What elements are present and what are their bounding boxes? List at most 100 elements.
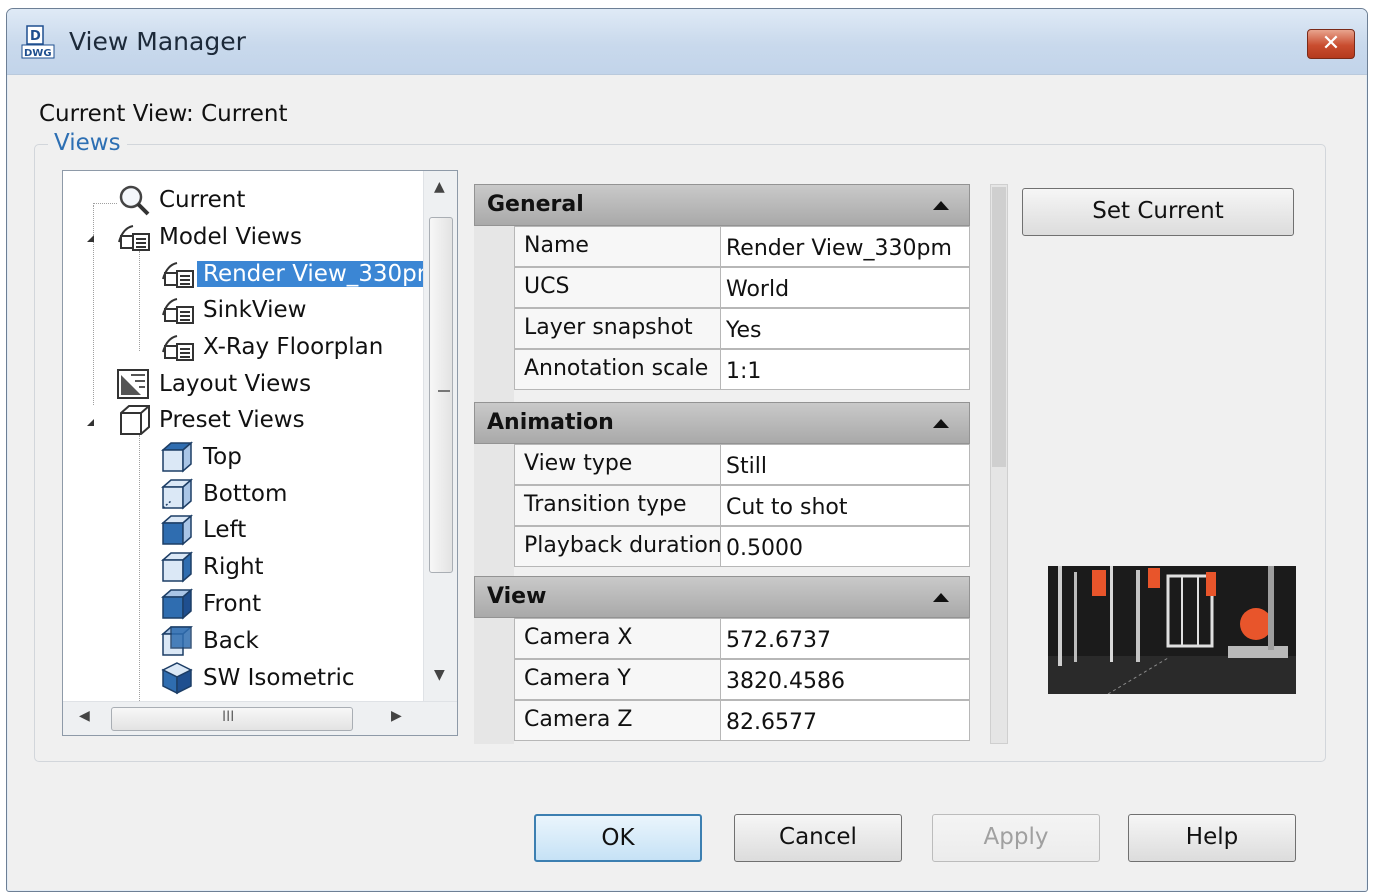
tree-item-xray-floorplan[interactable]: X-Ray Floorplan xyxy=(159,330,389,364)
section-title: View xyxy=(487,584,547,609)
tree-item-render-view[interactable]: Render View_330pm xyxy=(159,257,423,291)
tree-line xyxy=(93,203,117,204)
property-key: Annotation scale xyxy=(515,350,721,389)
scroll-right-icon[interactable]: ▶ xyxy=(391,708,402,724)
property-value[interactable]: Yes xyxy=(721,309,969,348)
camera-view-icon xyxy=(162,298,194,324)
tree-item-layout-views[interactable]: Layout Views xyxy=(115,367,317,401)
scroll-down-icon[interactable]: ▼ xyxy=(434,667,445,683)
property-value[interactable]: Render View_330pm xyxy=(721,227,969,266)
tree-line xyxy=(139,251,140,351)
tree-item-top[interactable]: Top xyxy=(159,440,248,474)
tree-item-label: Model Views xyxy=(159,224,302,250)
tree-item-label: X-Ray Floorplan xyxy=(203,334,384,360)
property-value[interactable]: Still xyxy=(721,445,969,484)
property-row-view-type[interactable]: View type Still xyxy=(514,444,970,485)
property-row-annotation-scale[interactable]: Annotation scale 1:1 xyxy=(514,349,970,390)
property-row-camera-x[interactable]: Camera X 572.6737 xyxy=(514,618,970,659)
property-key: Camera X xyxy=(515,619,721,658)
property-row-camera-z[interactable]: Camera Z 82.6577 xyxy=(514,700,970,741)
tree-item-label: Layout Views xyxy=(159,371,312,397)
help-button[interactable]: Help xyxy=(1128,814,1296,862)
properties-panel: General Name Render View_330pm UCS World… xyxy=(474,184,970,744)
collapse-arrow-icon[interactable] xyxy=(933,201,949,210)
view-preview-thumbnail xyxy=(1048,566,1296,694)
tree-item-label: Back xyxy=(203,628,259,654)
section-title: General xyxy=(487,192,584,217)
tree-item-label: Current xyxy=(159,187,246,213)
property-value[interactable]: 0.5000 xyxy=(721,527,969,566)
property-value[interactable]: 572.6737 xyxy=(721,619,969,658)
scroll-left-icon[interactable]: ◀ xyxy=(79,708,90,724)
section-header-view[interactable]: View xyxy=(474,576,970,618)
tree-item-preset-views[interactable]: Preset Views xyxy=(115,403,311,437)
properties-scrollbar[interactable] xyxy=(990,184,1008,744)
tree-item-front[interactable]: Front xyxy=(159,587,267,621)
close-button[interactable]: ✕ xyxy=(1307,29,1355,59)
property-row-name[interactable]: Name Render View_330pm xyxy=(514,226,970,267)
cancel-button[interactable]: Cancel xyxy=(734,814,902,862)
property-value[interactable]: World xyxy=(721,268,969,307)
expand-model-views-toggle[interactable] xyxy=(87,235,94,242)
collapse-arrow-icon[interactable] xyxy=(933,593,949,602)
grip-icon: III xyxy=(222,709,235,725)
tree-vscroll-thumb[interactable] xyxy=(429,217,453,573)
property-key: Transition type xyxy=(515,486,721,525)
cube-iso-icon xyxy=(161,662,193,695)
property-value[interactable]: 82.6577 xyxy=(721,701,969,740)
tree-item-model-views[interactable]: Model Views xyxy=(115,220,308,254)
tree-item-right[interactable]: Right xyxy=(159,550,270,584)
apply-button: Apply xyxy=(932,814,1100,862)
section-header-general[interactable]: General xyxy=(474,184,970,226)
tree-item-label: Left xyxy=(203,517,247,543)
title-bar[interactable]: D DWG View Manager ✕ xyxy=(7,9,1367,75)
tree-item-label: Render View_330pm xyxy=(197,261,423,287)
cube-left-icon xyxy=(161,514,193,546)
tree-item-sw-isometric[interactable]: SW Isometric xyxy=(159,661,361,695)
tree-item-bottom[interactable]: Bottom xyxy=(159,477,293,511)
property-row-transition-type[interactable]: Transition type Cut to shot xyxy=(514,485,970,526)
tree-hscroll-thumb[interactable]: III xyxy=(111,707,353,731)
tree-item-sinkview[interactable]: SinkView xyxy=(159,293,312,327)
property-row-playback-duration[interactable]: Playback duration 0.5000 xyxy=(514,526,970,567)
tree-item-label: Bottom xyxy=(203,481,288,507)
set-current-button[interactable]: Set Current xyxy=(1022,188,1294,236)
property-key: Camera Y xyxy=(515,660,721,699)
property-key: Camera Z xyxy=(515,701,721,740)
property-key: View type xyxy=(515,445,721,484)
ok-button[interactable]: OK xyxy=(534,814,702,862)
views-tree-body: Current Model Views Render View_330pm Si… xyxy=(63,171,423,701)
tree-item-current[interactable]: Current xyxy=(115,183,251,217)
property-value[interactable]: 1:1 xyxy=(721,350,969,389)
property-key: Playback duration xyxy=(515,527,721,566)
model-views-icon xyxy=(118,225,150,251)
property-value[interactable]: Cut to shot xyxy=(721,486,969,525)
property-key: Layer snapshot xyxy=(515,309,721,348)
tree-horizontal-scrollbar[interactable]: ◀ III ▶ xyxy=(63,701,457,735)
property-row-camera-y[interactable]: Camera Y 3820.4586 xyxy=(514,659,970,700)
tree-vertical-scrollbar[interactable]: ▲ ▼ xyxy=(423,171,457,701)
tree-item-label: Right xyxy=(203,554,264,580)
tree-item-back[interactable]: Back xyxy=(159,624,265,658)
scroll-up-icon[interactable]: ▲ xyxy=(434,179,445,195)
layout-views-icon xyxy=(117,369,149,399)
grip-icon xyxy=(438,390,450,392)
tree-item-left[interactable]: Left xyxy=(159,513,252,547)
tree-item-label: Top xyxy=(203,444,242,470)
current-view-label: Current View: Current xyxy=(39,101,288,127)
tree-item-label: SW Isometric xyxy=(203,665,355,691)
expand-preset-views-toggle[interactable] xyxy=(87,419,94,426)
cube-bottom-icon xyxy=(161,478,193,510)
tree-item-label: SinkView xyxy=(203,297,307,323)
tree-item-label: Preset Views xyxy=(159,407,305,433)
cube-right-icon xyxy=(161,551,193,583)
property-value[interactable]: 3820.4586 xyxy=(721,660,969,699)
properties-scroll-thumb[interactable] xyxy=(992,187,1006,467)
views-tree[interactable]: Current Model Views Render View_330pm Si… xyxy=(62,170,458,736)
section-header-animation[interactable]: Animation xyxy=(474,402,970,444)
property-row-layer-snapshot[interactable]: Layer snapshot Yes xyxy=(514,308,970,349)
svg-text:DWG: DWG xyxy=(24,48,52,59)
collapse-arrow-icon[interactable] xyxy=(933,419,949,428)
dwg-file-icon: D DWG xyxy=(21,25,55,59)
property-row-ucs[interactable]: UCS World xyxy=(514,267,970,308)
